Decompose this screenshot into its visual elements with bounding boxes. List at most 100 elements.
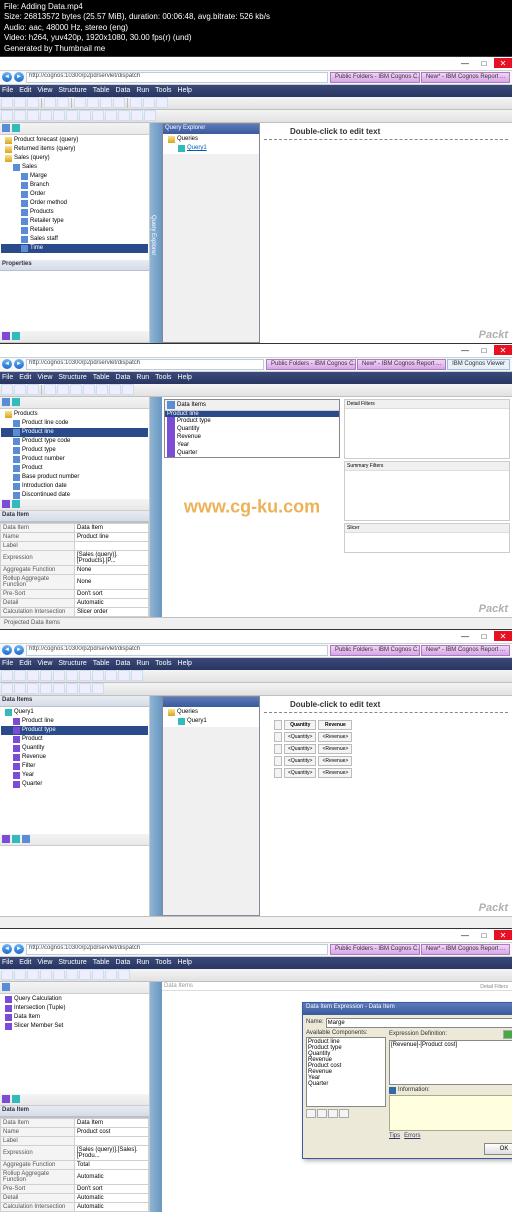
toolbar-button[interactable] xyxy=(27,969,39,980)
maximize-button[interactable]: □ xyxy=(475,930,493,940)
toolbar-button[interactable] xyxy=(87,97,99,108)
menu-run[interactable]: Run xyxy=(136,660,149,667)
summary-filters[interactable]: Summary Filters xyxy=(344,461,510,521)
toolbar-button[interactable] xyxy=(57,97,69,108)
toolbar-button[interactable] xyxy=(109,384,121,395)
back-button[interactable]: ◄ xyxy=(2,944,12,954)
menu-file[interactable]: File xyxy=(2,959,13,966)
menu-edit[interactable]: Edit xyxy=(19,959,31,966)
toolbar-button[interactable] xyxy=(40,969,52,980)
toolbar-button[interactable] xyxy=(105,110,117,121)
toolbar-button[interactable] xyxy=(14,384,26,395)
toolbar-button[interactable] xyxy=(92,683,104,694)
menu-data[interactable]: Data xyxy=(116,374,131,381)
close-button[interactable]: ✕ xyxy=(494,930,512,940)
toolbar-button[interactable] xyxy=(131,110,143,121)
toolbox-icon[interactable] xyxy=(2,500,10,508)
toolbar-button[interactable] xyxy=(79,110,91,121)
browser-tab[interactable]: New* - IBM Cognos Report ... xyxy=(357,359,446,370)
source-icon[interactable] xyxy=(2,398,10,406)
toolbar-button[interactable] xyxy=(1,110,13,121)
toolbar-button[interactable] xyxy=(122,384,134,395)
menu-table[interactable]: Table xyxy=(93,374,110,381)
toolbar-button[interactable] xyxy=(44,384,56,395)
browser-tab[interactable]: Public Folders - IBM Cognos C... xyxy=(330,72,420,83)
expression-box[interactable]: [Revenue]-[Product cost] xyxy=(389,1040,512,1085)
toolbar-button[interactable] xyxy=(92,670,104,681)
menu-help[interactable]: Help xyxy=(178,374,192,381)
toolbar-button[interactable] xyxy=(14,670,26,681)
query-explorer-tab[interactable]: Query Explorer xyxy=(150,123,162,343)
toolbar-button[interactable] xyxy=(79,683,91,694)
toolbar-button[interactable] xyxy=(143,97,155,108)
toolbar-button[interactable] xyxy=(40,683,52,694)
menu-data[interactable]: Data xyxy=(116,959,131,966)
toolbar-button[interactable] xyxy=(1,97,13,108)
menu-view[interactable]: View xyxy=(37,959,52,966)
toolbar-button[interactable] xyxy=(79,670,91,681)
browser-tab[interactable]: New* - IBM Cognos Report ... xyxy=(421,645,510,656)
toolbar-button[interactable] xyxy=(14,969,26,980)
toolbar-button[interactable] xyxy=(131,670,143,681)
report-canvas[interactable]: Double-click to edit text Packt xyxy=(260,123,512,343)
toolbox-icon[interactable] xyxy=(2,983,10,991)
toolbox-icon[interactable] xyxy=(12,1095,20,1103)
browser-tab[interactable]: New* - IBM Cognos Report ... xyxy=(421,72,510,83)
back-button[interactable]: ◄ xyxy=(2,359,12,369)
report-canvas[interactable]: Double-click to edit text QuantityRevenu… xyxy=(260,696,512,916)
toolbar-button[interactable] xyxy=(27,384,39,395)
errors-tab[interactable]: Errors xyxy=(404,1133,420,1139)
data-items-list[interactable]: Data Items Product line Product type Qua… xyxy=(164,399,340,458)
toolbar-button[interactable] xyxy=(1,384,13,395)
tab-icon[interactable] xyxy=(317,1109,327,1118)
toolbox-icon[interactable] xyxy=(12,835,20,843)
data-items-tree[interactable]: Query1 Product line Product type Product… xyxy=(0,707,149,834)
toolbar-button[interactable] xyxy=(74,97,86,108)
toolbar-button[interactable] xyxy=(27,670,39,681)
menu-view[interactable]: View xyxy=(37,87,52,94)
back-button[interactable]: ◄ xyxy=(2,645,12,655)
toolbar-button[interactable] xyxy=(113,97,125,108)
tips-tab[interactable]: Tips xyxy=(389,1133,400,1139)
name-input[interactable] xyxy=(326,1018,512,1028)
browser-tab[interactable]: New* - IBM Cognos Report ... xyxy=(421,944,510,955)
maximize-button[interactable]: □ xyxy=(475,58,493,68)
tab-icon[interactable] xyxy=(306,1109,316,1118)
menu-file[interactable]: File xyxy=(2,374,13,381)
toolbar-button[interactable] xyxy=(83,384,95,395)
maximize-button[interactable]: □ xyxy=(475,345,493,355)
minimize-button[interactable]: — xyxy=(456,631,474,641)
menu-run[interactable]: Run xyxy=(136,374,149,381)
detail-filters[interactable]: Detail Filters xyxy=(344,399,510,459)
validate-icon[interactable] xyxy=(503,1030,512,1039)
toolbar-button[interactable] xyxy=(66,683,78,694)
browser-tab-viewer[interactable]: IBM Cognos Viewer xyxy=(447,359,510,370)
menu-tools[interactable]: Tools xyxy=(155,660,171,667)
toolbar-button[interactable] xyxy=(118,110,130,121)
menu-tools[interactable]: Tools xyxy=(155,87,171,94)
menu-table[interactable]: Table xyxy=(93,87,110,94)
menu-file[interactable]: File xyxy=(2,660,13,667)
url-field[interactable]: http://cognos:10300/p2pd/servlet/dispatc… xyxy=(26,944,328,955)
refresh-icon[interactable] xyxy=(12,124,20,132)
menu-file[interactable]: File xyxy=(2,87,13,94)
package-tree[interactable]: Products Product line code Product line … xyxy=(0,409,149,499)
tab-icon[interactable] xyxy=(339,1109,349,1118)
forward-button[interactable]: ► xyxy=(14,645,24,655)
toolbar-button[interactable] xyxy=(14,683,26,694)
menu-help[interactable]: Help xyxy=(178,959,192,966)
query-explorer-tab[interactable] xyxy=(150,982,162,1212)
toolbar-button[interactable] xyxy=(40,110,52,121)
queries-tree[interactable]: Queries Query1 xyxy=(163,134,259,154)
refresh-icon[interactable] xyxy=(12,398,20,406)
toolbox-icon[interactable] xyxy=(2,332,10,340)
toolbar-button[interactable] xyxy=(130,97,142,108)
toolbox-icon[interactable] xyxy=(2,1095,10,1103)
menu-edit[interactable]: Edit xyxy=(19,87,31,94)
minimize-button[interactable]: — xyxy=(456,58,474,68)
toolbar-button[interactable] xyxy=(105,670,117,681)
toolbar-button[interactable] xyxy=(14,110,26,121)
toolbar-button[interactable] xyxy=(70,384,82,395)
toolbox-icon[interactable] xyxy=(22,835,30,843)
toolbar-button[interactable] xyxy=(96,384,108,395)
